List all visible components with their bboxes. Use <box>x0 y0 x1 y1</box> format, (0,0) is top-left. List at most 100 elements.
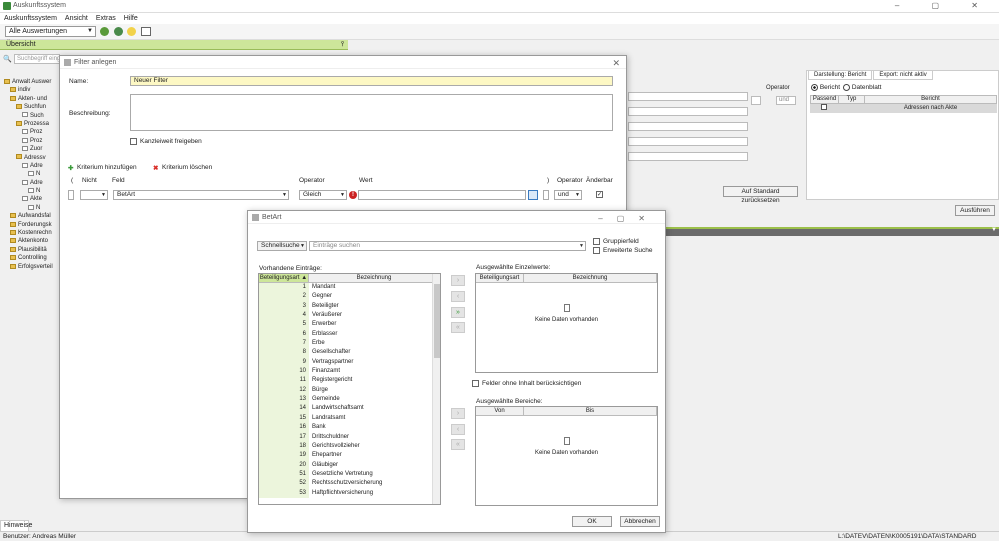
radio-datenblatt[interactable] <box>843 84 850 91</box>
entries-search-input[interactable]: Einträge suchen ▼ <box>309 241 586 251</box>
refresh-icon[interactable] <box>100 27 109 36</box>
tree-item[interactable]: Suchfun <box>0 103 60 111</box>
delete-icon[interactable]: ✖ <box>153 164 158 172</box>
menu-hilfe[interactable]: Hilfe <box>124 15 138 22</box>
table-row[interactable]: 9 Vertragspartner <box>259 357 440 368</box>
menu-auskunftssystem[interactable]: Auskunftssystem <box>4 15 57 22</box>
table-row[interactable]: 3 Beteiligter <box>259 301 440 312</box>
sel-col-bezeichnung[interactable]: Bezeichnung <box>524 274 657 282</box>
range-col-bis[interactable]: Bis <box>524 407 657 415</box>
delete-criterion-button[interactable]: Kriterium löschen <box>162 164 212 171</box>
table-row[interactable]: 13 Gemeinde <box>259 395 440 405</box>
overview-bar[interactable]: Übersicht ⫯ <box>0 40 348 50</box>
table-row[interactable]: 20 Gläubiger <box>259 460 440 470</box>
table-row[interactable]: 51 Gesetzliche Vertretung <box>259 469 440 480</box>
table-row[interactable]: 1 Mandant <box>259 283 440 293</box>
operator2-select[interactable]: und ▼ <box>554 190 582 200</box>
table-row[interactable]: 8 Gesellschafter <box>259 348 440 358</box>
group-checkbox[interactable] <box>593 238 600 245</box>
paren-close-input[interactable] <box>543 190 549 200</box>
search-mode-select[interactable]: Schnellsuche ▼ <box>257 241 307 251</box>
table-row[interactable]: 12 Bürge <box>259 385 440 396</box>
bg-input[interactable] <box>628 137 748 146</box>
feld-select[interactable]: BetArt ▼ <box>113 190 289 200</box>
range-col-von[interactable]: Von <box>476 407 524 415</box>
table-row[interactable]: 11 Registergericht <box>259 376 440 386</box>
tree-item[interactable]: N <box>0 204 60 212</box>
tree-item[interactable]: Adressv <box>0 154 60 162</box>
tab-darstellung[interactable]: Darstellung: Bericht <box>808 70 873 80</box>
operator-select[interactable]: Gleich ▼ <box>299 190 347 200</box>
tree-item[interactable]: Controlling <box>0 254 60 262</box>
share-checkbox[interactable] <box>130 138 137 145</box>
table-row[interactable]: 16 Bank <box>259 423 440 433</box>
close-icon[interactable]: ✕ <box>612 57 620 70</box>
table-row[interactable]: 53 Haftpflichtversicherung <box>259 488 440 498</box>
report-row-checkbox[interactable] <box>821 104 827 111</box>
col-bezeichnung[interactable]: Bezeichnung <box>309 274 440 282</box>
bg-input[interactable] <box>628 92 748 101</box>
tree-item[interactable]: Prozessa <box>0 120 60 128</box>
table-row[interactable]: 19 Ehepartner <box>259 451 440 461</box>
range-move-all-left-button[interactable]: « <box>451 439 465 450</box>
move-left-button[interactable]: ‹ <box>451 291 465 302</box>
tree-item[interactable]: Anwalt Auswer <box>0 78 60 86</box>
tree-item[interactable]: Akte <box>0 195 60 203</box>
tree-item[interactable]: Erfolgsverteil <box>0 263 60 271</box>
range-move-left-button[interactable]: ‹ <box>451 424 465 435</box>
report-row[interactable]: Adressen nach Akte <box>810 104 997 113</box>
window-icon[interactable] <box>141 27 151 36</box>
tab-hinweise[interactable]: Hinweise <box>0 520 32 531</box>
tree-item[interactable]: Zuor <box>0 145 60 153</box>
tree-item[interactable]: Kostenrechn <box>0 229 60 237</box>
chevron-down-icon[interactable]: ▼ <box>991 227 997 233</box>
name-input[interactable]: Neuer Filter <box>130 76 613 86</box>
table-row[interactable]: 4 Veräußerer <box>259 311 440 321</box>
bg-input[interactable] <box>628 122 748 131</box>
pin-icon[interactable]: ⫯ <box>341 40 344 50</box>
tree-item[interactable]: N <box>0 170 60 178</box>
range-move-right-button[interactable]: › <box>451 408 465 419</box>
description-input[interactable] <box>130 94 613 131</box>
bg-input[interactable] <box>628 107 748 116</box>
window-controls[interactable]: – ▢ ✕ <box>895 1 993 10</box>
reset-button[interactable]: Auf Standard zurücksetzen <box>723 186 798 204</box>
tree-item[interactable]: Aufwandsfal <box>0 212 60 220</box>
tree-item[interactable]: Akten- und <box>0 95 60 103</box>
aenderbar-checkbox[interactable]: ✓ <box>596 191 603 198</box>
tree-item[interactable]: Such <box>0 112 60 120</box>
scroll-thumb[interactable] <box>434 284 440 358</box>
sel-col-beteiligungsart[interactable]: Beteiligungsart <box>476 274 524 282</box>
view-combo[interactable]: Alle Auswertungen ▼ <box>5 26 96 37</box>
menu-ansicht[interactable]: Ansicht <box>65 15 88 22</box>
tree-item[interactable]: Plausibilitä <box>0 246 60 254</box>
cancel-button[interactable]: Abbrechen <box>620 516 660 527</box>
table-row[interactable]: 52 Rechtsschutzversicherung <box>259 479 440 489</box>
move-right-button[interactable]: › <box>451 275 465 286</box>
tree-item[interactable]: N <box>0 187 60 195</box>
table-row[interactable]: 5 Erwerber <box>259 320 440 330</box>
bg-input[interactable] <box>628 152 748 161</box>
menu-extras[interactable]: Extras <box>96 15 116 22</box>
tree-item[interactable]: Proz <box>0 137 60 145</box>
tree-item[interactable]: Adre <box>0 162 60 170</box>
tree-item[interactable]: indiv <box>0 86 60 94</box>
extended-search-checkbox[interactable] <box>593 247 600 254</box>
table-row[interactable]: 18 Gerichtsvollzieher <box>259 441 440 452</box>
col-beteiligungsart[interactable]: Beteiligungsart ▲ <box>259 274 309 282</box>
tree-item[interactable]: Aktenkonto <box>0 237 60 245</box>
run-button[interactable]: Ausführen <box>955 205 995 216</box>
table-row[interactable]: 17 Drittschuldner <box>259 432 440 442</box>
radio-bericht[interactable] <box>811 84 818 91</box>
ok-button[interactable]: OK <box>572 516 612 527</box>
plus-icon[interactable]: ✚ <box>68 164 73 172</box>
move-all-left-button[interactable]: « <box>451 322 465 333</box>
table-row[interactable]: 2 Gegner <box>259 292 440 302</box>
search-input[interactable]: Suchbegriff eing <box>14 54 60 64</box>
wert-input[interactable] <box>358 190 526 200</box>
add-criterion-button[interactable]: Kriterium hinzufügen <box>77 164 137 171</box>
tree-item[interactable]: Forderungsk <box>0 221 60 229</box>
lightbulb-icon[interactable] <box>127 27 136 36</box>
value-picker-button[interactable] <box>528 190 538 200</box>
window-controls[interactable]: –▢✕ <box>598 212 659 225</box>
